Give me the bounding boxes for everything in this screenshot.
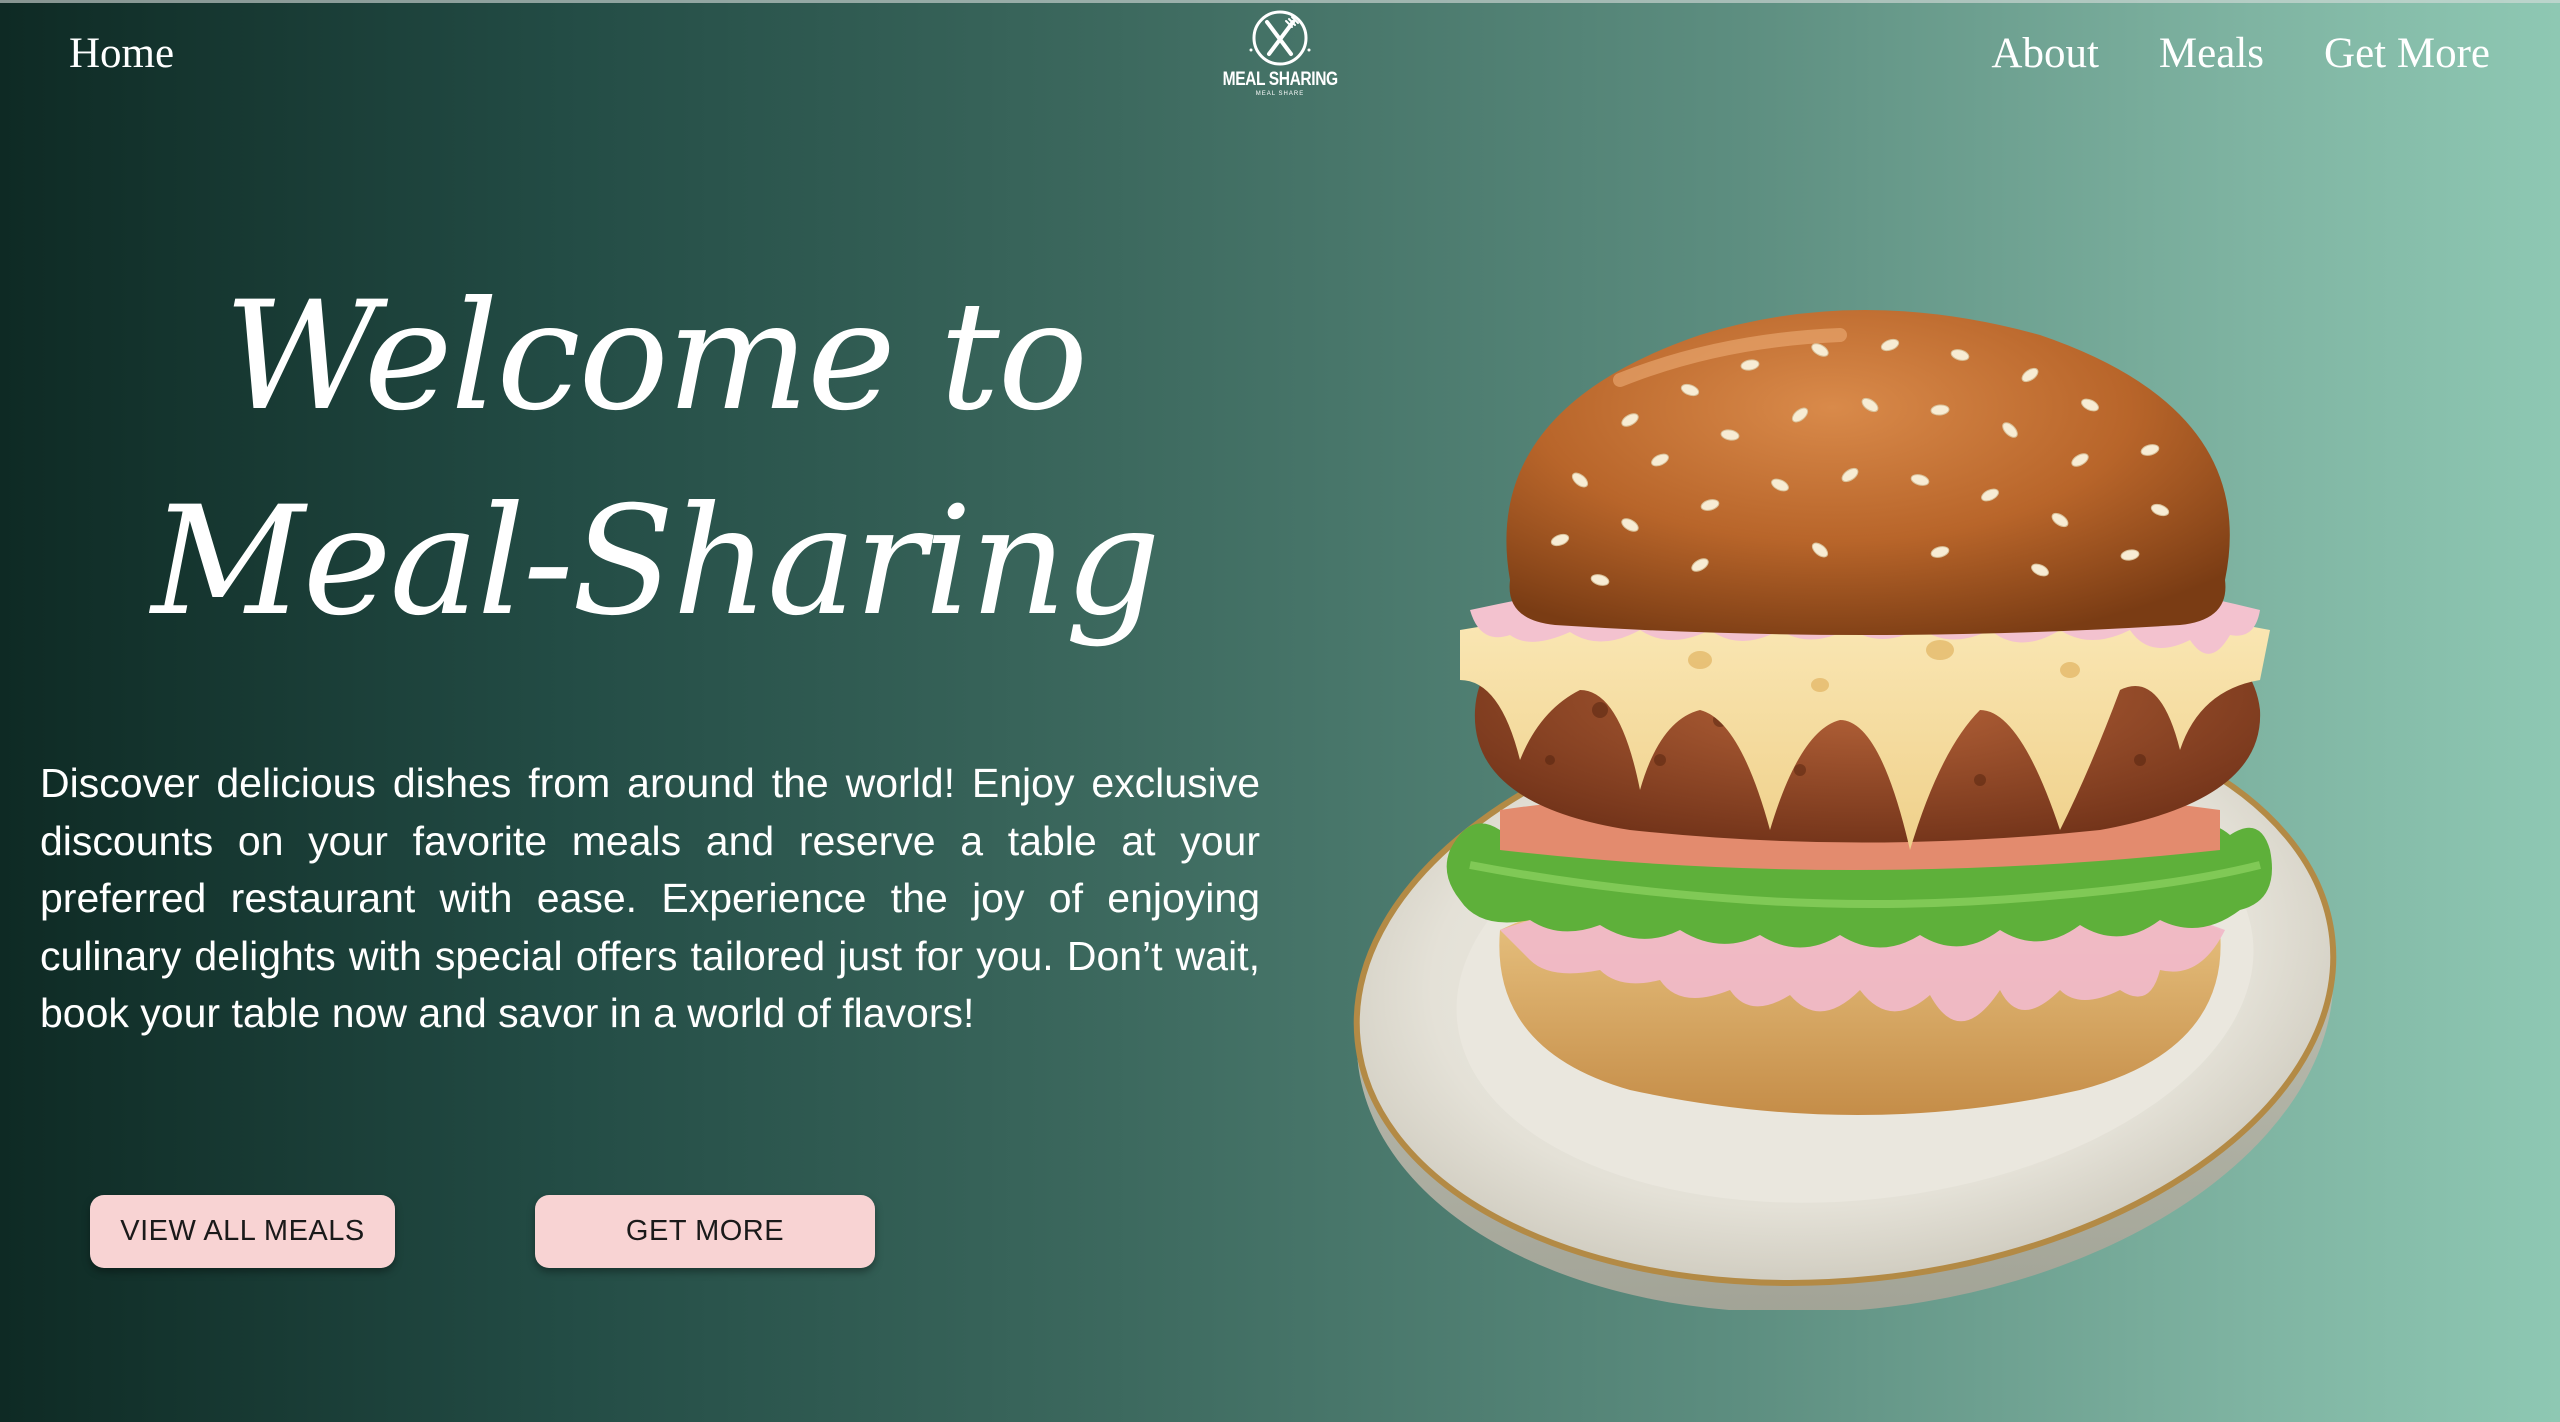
logo-subtitle: MEAL SHARE bbox=[1255, 91, 1305, 97]
hero-description: Discover delicious dishes from around th… bbox=[40, 760, 1260, 1036]
get-more-button[interactable]: GET MORE bbox=[535, 1195, 875, 1268]
nav-meals-link[interactable]: Meals bbox=[2159, 32, 2264, 75]
nav-home-link[interactable]: Home bbox=[69, 32, 174, 75]
logo[interactable]: MEAL SHARING MEAL SHARE bbox=[1222, 8, 1338, 108]
view-all-meals-button[interactable]: VIEW ALL MEALS bbox=[90, 1195, 395, 1268]
nav-get-more-link[interactable]: Get More bbox=[2324, 32, 2490, 75]
hero-title: Welcome to Meal-Sharing bbox=[151, 270, 1161, 649]
main-nav: About Meals Get More bbox=[1991, 32, 2490, 75]
top-edge-divider bbox=[0, 0, 2560, 3]
nav-about-link[interactable]: About bbox=[1991, 32, 2099, 75]
logo-title: MEAL SHARING bbox=[1222, 69, 1338, 90]
burger-on-plate-image bbox=[1353, 310, 2337, 1310]
fork-knife-circle-icon bbox=[1249, 10, 1311, 66]
